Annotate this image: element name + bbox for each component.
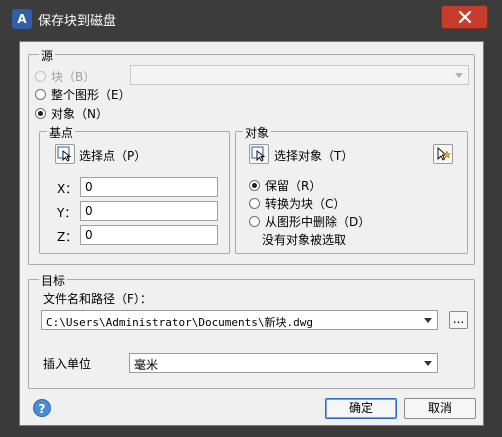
save-block-dialog: A 保存块到磁盘 源 块（B） 整个图形（E） 对象（N） 基点 选择点（P） …: [0, 0, 502, 437]
ok-button[interactable]: 确定: [325, 398, 397, 419]
insert-units-label: 插入单位: [43, 357, 92, 371]
file-path-label: 文件名和路径（F）：: [43, 292, 152, 306]
x-label: X：: [57, 182, 78, 196]
base-y-input[interactable]: [80, 201, 218, 221]
pick-point-label: 选择点（P）: [79, 149, 147, 163]
radio-circle: [35, 88, 46, 100]
retain-label: 保留（R）: [265, 178, 322, 193]
base-point-group-title: 基点: [47, 124, 76, 141]
destination-group: 目标 文件名和路径（F）： C:\Users\Administrator\Doc…: [28, 272, 475, 389]
select-objects-icon: [251, 146, 266, 162]
pick-point-button[interactable]: [55, 144, 75, 164]
source-group-title: 源: [39, 47, 56, 64]
retain-radio[interactable]: 保留（R）: [249, 177, 321, 193]
chevron-down-icon: [455, 73, 463, 78]
source-entire-label: 整个图形（E）: [51, 87, 131, 102]
convert-to-block-label: 转换为块（C）: [265, 196, 346, 211]
z-label: Z：: [57, 230, 78, 244]
file-path-combo[interactable]: C:\Users\Administrator\Documents\新块.dwg: [41, 310, 438, 330]
objects-status-text: 没有对象被选取: [262, 233, 347, 247]
source-block-radio[interactable]: 块（B）: [35, 68, 95, 84]
convert-to-block-radio[interactable]: 转换为块（C）: [249, 195, 345, 211]
radio-circle: [249, 197, 260, 209]
cancel-button[interactable]: 取消: [404, 398, 476, 419]
select-objects-button[interactable]: [249, 144, 269, 164]
select-objects-label: 选择对象（T）: [274, 149, 354, 163]
base-z-field[interactable]: [81, 226, 217, 244]
block-name-combo[interactable]: [130, 65, 469, 85]
radio-circle: [249, 179, 260, 191]
help-button[interactable]: ?: [33, 399, 51, 417]
chevron-down-icon: [424, 361, 432, 366]
radio-circle: [35, 107, 46, 119]
objects-group: 对象 选择对象（T） 保留（R） 转换为块（C） 从图形中删除（D） 没有对象被…: [235, 124, 468, 254]
delete-from-drawing-label: 从图形中删除（D）: [265, 214, 371, 229]
close-icon: [458, 10, 472, 24]
source-objects-radio[interactable]: 对象（N）: [35, 105, 108, 121]
source-objects-label: 对象（N）: [51, 106, 108, 121]
source-group: 源 块（B） 整个图形（E） 对象（N） 基点 选择点（P） X： 0 Y： 0…: [28, 47, 475, 265]
insert-units-combo[interactable]: 毫米: [129, 353, 438, 373]
dialog-client: 源 块（B） 整个图形（E） 对象（N） 基点 选择点（P） X： 0 Y： 0…: [19, 41, 484, 426]
base-x-field[interactable]: [81, 178, 217, 196]
base-point-group: 基点 选择点（P） X： Y： Z：: [39, 124, 230, 254]
radio-circle: [35, 70, 46, 82]
acad-icon: A: [12, 9, 32, 29]
base-x-input[interactable]: [80, 177, 218, 197]
browse-button[interactable]: ...: [449, 311, 468, 329]
quick-select-button[interactable]: [433, 144, 453, 164]
close-button[interactable]: [441, 5, 488, 29]
y-label: Y：: [57, 206, 77, 220]
window-title: 保存块到磁盘: [38, 14, 117, 29]
destination-group-title: 目标: [39, 272, 68, 289]
delete-from-drawing-radio[interactable]: 从图形中删除（D）: [249, 213, 370, 229]
base-y-field[interactable]: [81, 202, 217, 220]
insert-units-value: 毫米: [134, 358, 159, 372]
quick-select-icon: [437, 147, 452, 161]
objects-group-title: 对象: [243, 124, 272, 141]
base-z-input[interactable]: [80, 225, 218, 245]
source-block-label: 块（B）: [51, 69, 96, 84]
radio-circle: [249, 215, 260, 227]
title-bar[interactable]: A 保存块到磁盘: [0, 0, 502, 38]
file-path-value: C:\Users\Administrator\Documents\新块.dwg: [46, 316, 314, 329]
chevron-down-icon: [424, 318, 432, 323]
source-entire-radio[interactable]: 整个图形（E）: [35, 86, 131, 102]
pick-point-icon: [57, 146, 72, 162]
